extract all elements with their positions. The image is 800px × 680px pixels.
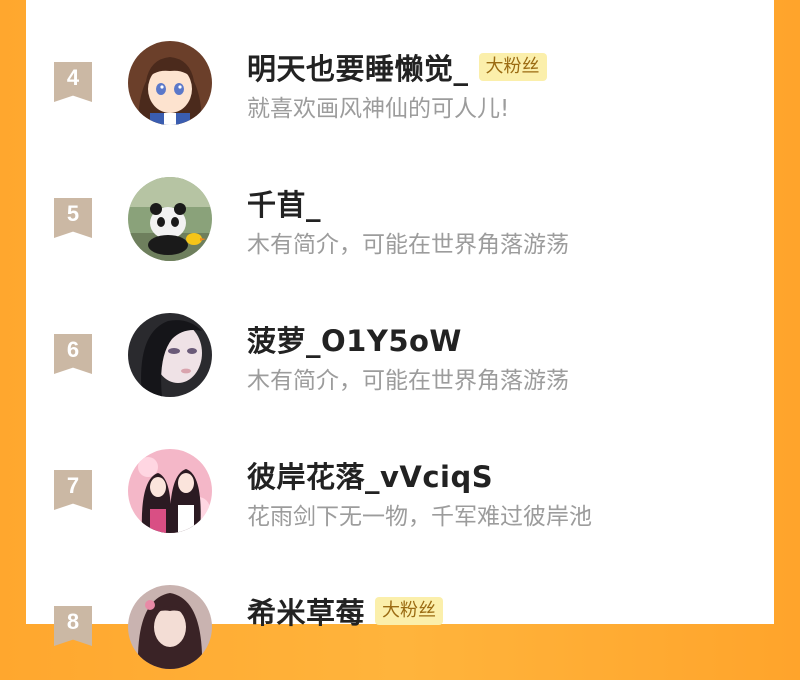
two-girls-avatar-icon: [128, 449, 212, 533]
rank-number: 7: [66, 473, 80, 498]
rank-ribbon-icon: 4: [54, 62, 92, 102]
big-fan-badge: 大粉丝: [375, 597, 444, 625]
user-avatar[interactable]: [128, 313, 212, 397]
dark-hair-girl-avatar-icon: [128, 585, 212, 669]
user-avatar[interactable]: [128, 585, 212, 669]
user-bio: 木有简介，可能在世界角落游荡: [247, 232, 569, 258]
anime-girl-avatar-icon: [128, 41, 212, 125]
user-avatar[interactable]: [128, 41, 212, 125]
leaderboard-row[interactable]: 7 彼岸花落_vVciqS 花雨剑下无一物，千军难过彼岸池: [26, 408, 774, 544]
rank-ribbon-icon: 8: [54, 606, 92, 646]
leaderboard-row[interactable]: 4 明天也要睡懒觉_ 大粉丝 就喜欢画风神仙的可人儿!: [26, 0, 774, 136]
user-name[interactable]: 千苜_: [247, 182, 321, 224]
user-bio: 花雨剑下无一物，千军难过彼岸池: [247, 504, 592, 530]
panda-avatar-icon: [128, 177, 212, 261]
rank-number: 5: [66, 201, 80, 226]
user-avatar[interactable]: [128, 449, 212, 533]
fan-leaderboard-card: 4 明天也要睡懒觉_ 大粉丝 就喜欢画风神仙的可人儿! 5 千苜_ 木有简介，可…: [26, 0, 774, 669]
big-fan-badge: 大粉丝: [478, 53, 547, 81]
user-avatar[interactable]: [128, 177, 212, 261]
leaderboard-row[interactable]: 6 菠萝_O1Y5oW 木有简介，可能在世界角落游荡: [26, 272, 774, 408]
rank-number: 8: [66, 609, 80, 634]
rank-ribbon-icon: 5: [54, 198, 92, 238]
rank-ribbon-icon: 7: [54, 470, 92, 510]
user-bio: 就喜欢画风神仙的可人儿!: [247, 96, 510, 122]
user-bio: 木有简介，可能在世界角落游荡: [247, 368, 569, 394]
user-name[interactable]: 菠萝_O1Y5oW: [247, 318, 462, 360]
user-name[interactable]: 希米草莓: [247, 590, 365, 632]
leaderboard-row[interactable]: 8 希米草莓 大粉丝: [26, 544, 774, 680]
selfie-girl-avatar-icon: [128, 313, 212, 397]
rank-number: 6: [66, 337, 80, 362]
rank-ribbon-icon: 6: [54, 334, 92, 374]
leaderboard-row[interactable]: 5 千苜_ 木有简介，可能在世界角落游荡: [26, 136, 774, 272]
user-name[interactable]: 明天也要睡懒觉_: [247, 46, 469, 88]
user-name[interactable]: 彼岸花落_vVciqS: [247, 454, 493, 496]
rank-number: 4: [66, 65, 80, 90]
